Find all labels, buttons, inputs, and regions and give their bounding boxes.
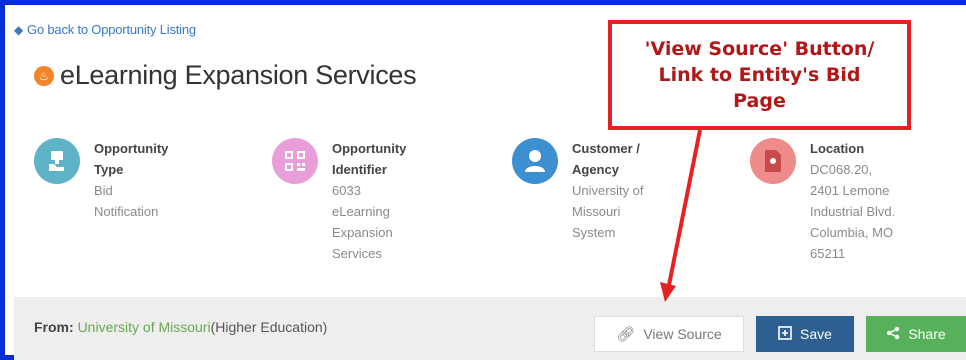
- callout-arrow: [660, 129, 702, 302]
